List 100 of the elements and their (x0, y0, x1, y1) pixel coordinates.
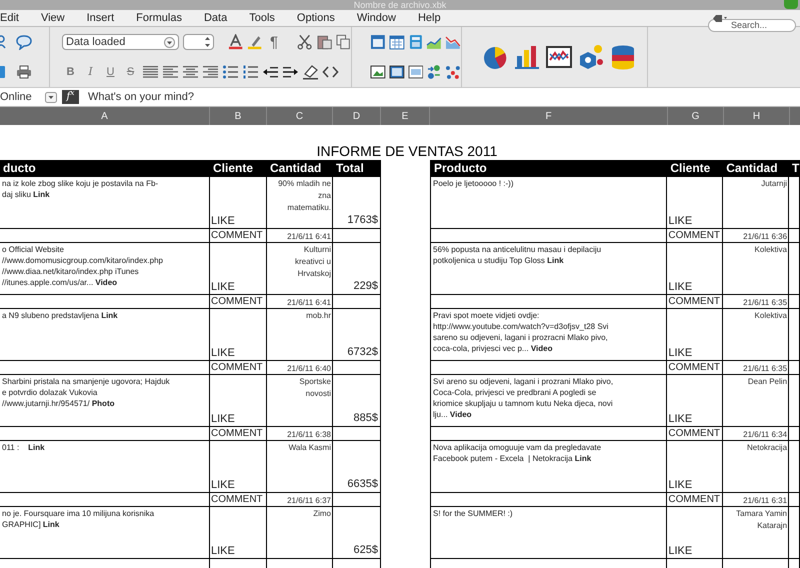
source-name: Kolektiva (754, 244, 788, 256)
center-align-icon[interactable] (182, 64, 199, 80)
column-heading: ducto (2, 160, 37, 177)
strikethrough-button[interactable]: S (122, 64, 139, 80)
shapes-icon[interactable] (578, 44, 604, 70)
code-icon[interactable] (322, 64, 339, 80)
like-link[interactable]: LIKE (668, 215, 692, 228)
scatter-icon[interactable] (445, 64, 461, 80)
line-chart-icon[interactable] (445, 34, 461, 50)
total-amount: 625$ (354, 545, 378, 556)
dropdown-caret-icon[interactable] (164, 36, 175, 48)
comment-link[interactable]: COMMENT (668, 428, 720, 438)
column-heading: Total (335, 160, 365, 177)
post-text: 011 : Link (2, 442, 46, 453)
pilcrow-button[interactable]: ¶ (266, 34, 282, 50)
bar-chart-icon[interactable] (514, 44, 540, 70)
post-date: 21/6/11 6:40 (287, 363, 331, 374)
source-name: Dean Pelin (748, 376, 788, 388)
menu-item[interactable]: View (30, 12, 76, 24)
function-button[interactable]: f$^{x}$ (62, 90, 79, 104)
scissors-icon[interactable] (297, 34, 313, 50)
source-name: Netokracija (747, 442, 788, 454)
like-link[interactable]: LIKE (668, 281, 692, 294)
line-graph-icon[interactable] (546, 44, 572, 70)
comment-link[interactable]: COMMENT (211, 362, 263, 372)
picture-icon[interactable] (370, 64, 386, 80)
calendar-icon[interactable] (388, 34, 405, 50)
comment-link[interactable]: COMMENT (211, 494, 263, 504)
like-link[interactable]: LIKE (211, 347, 235, 360)
font-size-field[interactable] (182, 34, 214, 50)
like-link[interactable]: LIKE (211, 215, 235, 228)
pie-chart-icon[interactable] (482, 44, 508, 70)
post-date: 21/6/11 6:35 (743, 363, 788, 374)
comment-link[interactable]: COMMENT (668, 362, 720, 372)
comment-link[interactable]: COMMENT (668, 230, 720, 240)
bullet-list-icon[interactable] (222, 64, 239, 80)
post-date: 21/6/11 6:35 (743, 297, 788, 308)
speech-bubble-icon[interactable] (16, 34, 32, 50)
menu-item[interactable]: Help (406, 12, 452, 24)
menu-item[interactable]: Insert (76, 12, 126, 24)
menu-item[interactable]: Options (286, 12, 346, 24)
comment-link[interactable]: COMMENT (668, 296, 720, 306)
outdent-icon[interactable] (262, 64, 279, 80)
formula-input[interactable]: What's on your mind? (88, 88, 194, 106)
source-name: Tamara Yamin Katarajn (736, 508, 788, 532)
menu-item[interactable]: Formulas (125, 12, 193, 24)
image-frame-icon[interactable] (388, 64, 405, 80)
total-amount: 6732$ (347, 347, 378, 358)
slide-icon[interactable] (408, 64, 424, 80)
like-link[interactable]: LIKE (211, 545, 235, 558)
post-date: 21/6/11 6:31 (743, 495, 788, 506)
underline-button[interactable]: U (102, 64, 119, 80)
copy-icon[interactable] (336, 34, 352, 50)
numbered-list-icon[interactable] (242, 64, 259, 80)
justify-align-icon[interactable] (142, 64, 159, 80)
post-text: o Official Website //www.domomusicgroup.com/kitaro/index.php //www.diaa.net/kitaro/index.php iTunes //itunes.apple.com/us/ar... Video (2, 244, 164, 288)
person-icon[interactable] (0, 35, 8, 50)
total-amount: 885$ (354, 413, 378, 424)
source-name: Kolektiva (754, 310, 788, 322)
comment-link[interactable]: COMMENT (211, 296, 263, 306)
comment-link[interactable]: COMMENT (211, 230, 263, 240)
like-link[interactable]: LIKE (211, 479, 235, 492)
left-align-icon[interactable] (162, 64, 179, 80)
like-link[interactable]: LIKE (211, 281, 235, 294)
menu-item[interactable]: Edit (0, 12, 30, 24)
highlighter-icon[interactable] (247, 34, 262, 50)
search-field[interactable]: Search... (708, 18, 796, 32)
post-date: 21/6/11 6:36 (743, 231, 788, 242)
column-heading: Cantidad (269, 160, 322, 177)
table-icon[interactable] (370, 34, 386, 50)
post-text: a N9 slubeno predstavljena Link (2, 310, 119, 321)
printer-icon[interactable] (16, 65, 32, 80)
like-link[interactable]: LIKE (668, 413, 692, 426)
font-dropdown[interactable]: Data loaded (62, 34, 179, 50)
comment-link[interactable]: COMMENT (668, 494, 720, 504)
post-text: na iz kole zbog slike koju je postavila na Fb- daj sliku Link (2, 178, 160, 200)
bold-button[interactable]: B (62, 64, 79, 80)
post-text: Poelo je ljetooooo ! :-)) (433, 178, 514, 189)
database-icon[interactable] (610, 44, 636, 70)
eraser-icon[interactable] (302, 64, 319, 80)
post-date: 21/6/11 6:34 (743, 429, 788, 440)
text-color-icon[interactable] (228, 34, 244, 50)
tag-icon (712, 14, 728, 22)
like-link[interactable]: LIKE (668, 479, 692, 492)
source-name: Kulturni kreativci u Hrvatskoj (294, 244, 331, 280)
menu-item[interactable]: Window (346, 12, 407, 24)
indent-icon[interactable] (282, 64, 299, 80)
like-link[interactable]: LIKE (668, 545, 692, 558)
italic-button[interactable]: I (82, 64, 99, 80)
name-box[interactable]: Online (0, 90, 58, 104)
paste-icon[interactable] (316, 34, 332, 50)
menu-item[interactable]: Tools (238, 12, 286, 24)
dropdown-caret-icon (45, 92, 57, 102)
calculator-icon[interactable] (408, 34, 424, 50)
like-link[interactable]: LIKE (211, 413, 235, 426)
like-link[interactable]: LIKE (668, 347, 692, 360)
comment-link[interactable]: COMMENT (211, 428, 263, 438)
menu-item[interactable]: Data (192, 12, 238, 24)
source-name: Jutarnji (761, 178, 788, 190)
right-align-icon[interactable] (202, 64, 219, 80)
